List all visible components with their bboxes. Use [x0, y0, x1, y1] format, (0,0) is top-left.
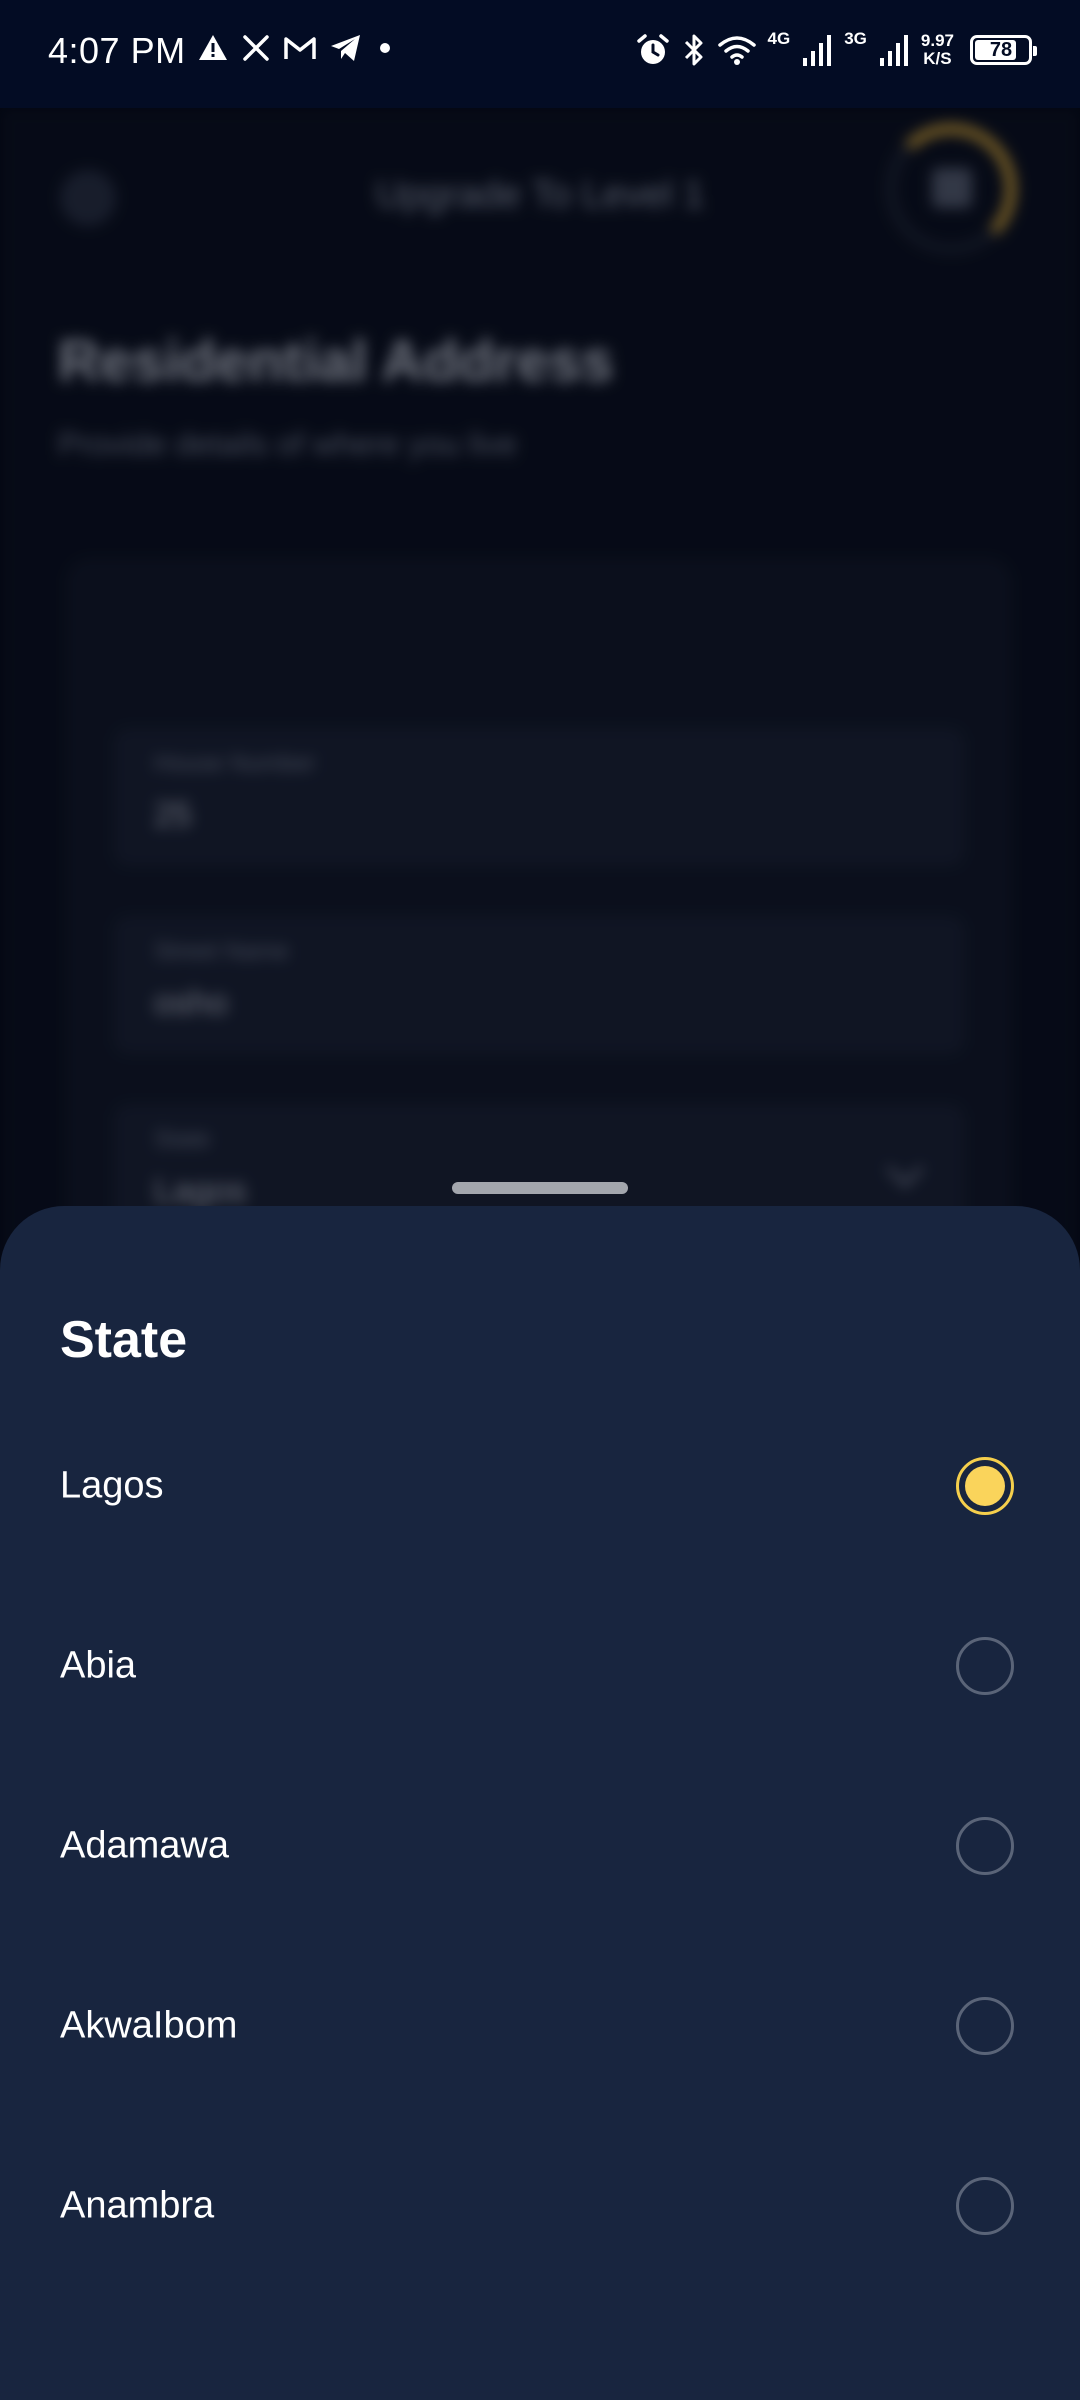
state-option-anambra[interactable]: Anambra: [0, 2116, 1080, 2296]
state-picker-sheet: State Lagos Abia Adamawa AkwaIbom Anambr…: [0, 1206, 1080, 2400]
x-icon: [242, 34, 270, 62]
radio-button-selected[interactable]: [956, 1457, 1014, 1515]
system-icons: 4G 3G 9.97 K/S 78: [636, 29, 1037, 68]
field-label: Street Name: [154, 938, 289, 965]
status-bar: 4:07 PM 4G 3G 9.97 K/S 78: [0, 0, 1080, 108]
state-option-label: Abia: [60, 1644, 137, 1687]
state-option-label: Anambra: [60, 2184, 215, 2227]
field-value: 25: [154, 796, 192, 834]
section-heading: Residential Address: [58, 329, 614, 394]
chevron-down-icon: [886, 1150, 924, 1188]
network-speed-value: 9.97: [920, 31, 954, 50]
street-name-field: Street Name osho: [114, 916, 964, 1054]
network-speed: 9.97 K/S: [921, 32, 954, 68]
state-option-akwaibom[interactable]: AkwaIbom: [0, 1936, 1080, 2116]
radio-button[interactable]: [956, 1997, 1014, 2055]
state-option-label: Lagos: [60, 1464, 164, 1507]
network-speed-unit: K/S: [923, 49, 952, 68]
dot-icon: [376, 39, 394, 57]
house-number-field: House Number 25: [114, 728, 964, 866]
radio-button[interactable]: [956, 1817, 1014, 1875]
state-option-label: AkwaIbom: [60, 2004, 238, 2047]
notification-icons: [198, 34, 394, 62]
alarm-icon: [636, 33, 670, 67]
radio-button[interactable]: [956, 1637, 1014, 1695]
wifi-icon: [717, 34, 756, 66]
signal-icon-2: [879, 34, 909, 66]
signal-icon: [802, 34, 832, 66]
status-time: 4:07 PM: [48, 30, 186, 71]
field-value: osho: [154, 984, 228, 1022]
gmail-icon: [284, 35, 316, 61]
state-option-abia[interactable]: Abia: [0, 1576, 1080, 1756]
state-option-list: Lagos Abia Adamawa AkwaIbom Anambra: [0, 1396, 1080, 2296]
network-type-label: 4G: [767, 29, 791, 48]
state-option-label: Adamawa: [60, 1824, 229, 1867]
field-label: State: [154, 1126, 211, 1153]
telegram-icon: [330, 34, 362, 62]
sheet-drag-handle[interactable]: [452, 1182, 628, 1194]
state-option-lagos[interactable]: Lagos: [0, 1396, 1080, 1576]
battery-icon: 78: [970, 35, 1037, 65]
screen: 4:07 PM 4G 3G 9.97 K/S 78 Upgrade To Lev…: [0, 0, 1080, 2400]
bluetooth-icon: [682, 33, 706, 67]
network-type-label-2: 3G: [844, 29, 867, 48]
sheet-title: State: [60, 1311, 188, 1369]
field-label: House Number: [154, 750, 316, 777]
warning-icon: [198, 34, 228, 62]
radio-button[interactable]: [956, 2177, 1014, 2235]
section-subheading: Provide details of where you live: [58, 426, 517, 462]
progress-icon: [932, 168, 972, 208]
battery-level: 78: [989, 38, 1013, 61]
state-option-adamawa[interactable]: Adamawa: [0, 1756, 1080, 1936]
